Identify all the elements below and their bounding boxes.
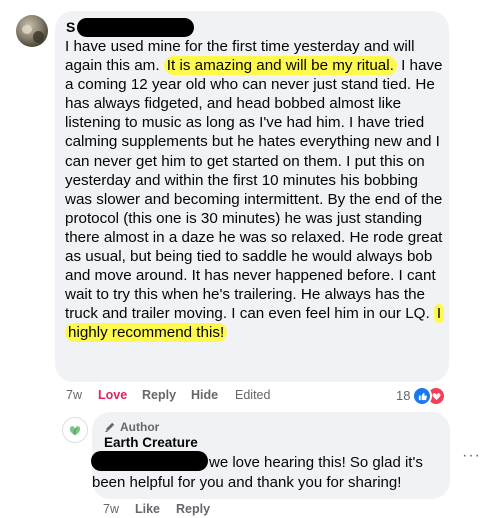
hide-button[interactable]: Hide	[191, 388, 218, 402]
comment-text: I have used mine for the first time yest…	[65, 37, 447, 343]
comment-author[interactable]: S	[66, 17, 195, 37]
like-icon	[412, 386, 432, 406]
reply-reply-button[interactable]: Reply	[176, 502, 210, 516]
like-button[interactable]: Like	[135, 502, 160, 516]
reaction-icons[interactable]	[412, 386, 446, 406]
reply-timestamp[interactable]: 7w	[103, 502, 119, 516]
author-initial: S	[66, 19, 76, 35]
reply-bubble: Author Earth Creature we love hearing th…	[91, 412, 450, 499]
author-badge: Author	[104, 420, 159, 434]
reaction-count[interactable]: 18	[396, 388, 410, 403]
avatar-photo-detail	[33, 31, 44, 43]
pencil-icon	[105, 422, 115, 432]
more-options-icon[interactable]: ···	[462, 447, 481, 465]
reply-button[interactable]: Reply	[142, 388, 176, 402]
edited-label[interactable]: Edited	[235, 388, 270, 402]
avatar-photo-detail	[22, 25, 32, 34]
leaf-heart-logo-icon	[69, 426, 81, 436]
commenter-avatar[interactable]	[16, 15, 48, 47]
redacted-author-name	[77, 17, 195, 37]
reply-text: we love hearing this! So glad it's been …	[91, 451, 448, 493]
earth-creature-avatar[interactable]	[62, 417, 88, 443]
reply-author-name[interactable]: Earth Creature	[104, 435, 198, 450]
comment-bubble: S I have used mine for the first time ye…	[55, 11, 449, 382]
love-button[interactable]: Love	[98, 388, 127, 402]
comment-timestamp[interactable]: 7w	[66, 388, 82, 402]
redacted-mention	[91, 451, 208, 471]
author-badge-label: Author	[120, 420, 160, 434]
comment-text-segment: I have a coming 12 year old who can neve…	[65, 57, 443, 323]
highlighted-text: It is amazing and will be my ritual.	[163, 56, 397, 76]
